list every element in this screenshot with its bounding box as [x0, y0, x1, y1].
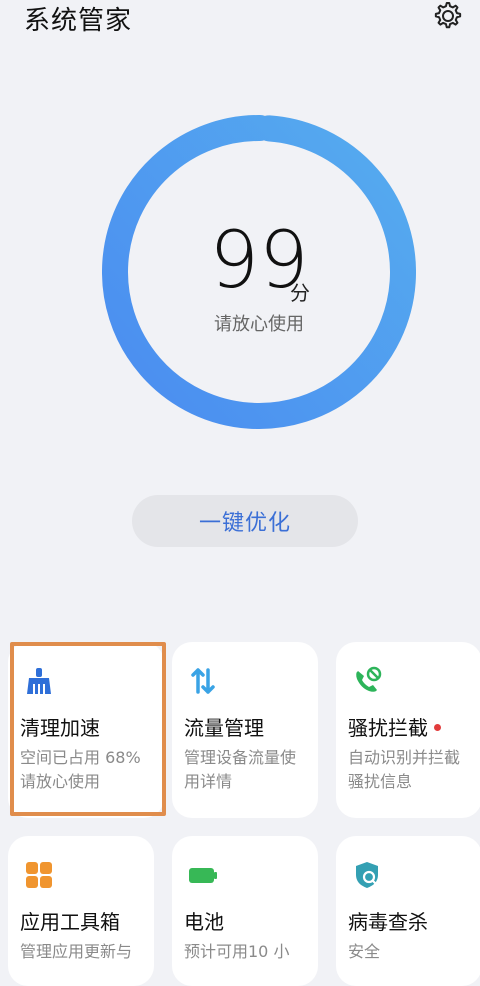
- card-title: 应用工具箱: [20, 910, 120, 934]
- card-line1: 安全: [348, 942, 381, 961]
- card-title: 流量管理: [184, 716, 264, 740]
- notification-dot: [434, 724, 441, 731]
- card-subtitle: 空间已占用 68% 请放心使用: [20, 746, 160, 794]
- card-virus-scan[interactable]: 病毒查杀 安全: [336, 836, 480, 986]
- card-harassment-block[interactable]: 骚扰拦截 自动识别并拦截 骚扰信息: [336, 642, 480, 818]
- card-line1: 空间已占用 68%: [20, 748, 141, 767]
- card-subtitle: 管理设备流量使 用详情: [184, 746, 324, 794]
- card-subtitle: 管理应用更新与: [20, 940, 160, 964]
- card-title: 清理加速: [20, 716, 100, 740]
- card-battery[interactable]: 电池 预计可用10 小: [172, 836, 318, 986]
- apps-grid-icon: [26, 862, 52, 888]
- score-ring: 99 分 请放心使用: [102, 102, 416, 446]
- card-title: 骚扰拦截: [348, 712, 441, 741]
- card-cleanup[interactable]: 清理加速 空间已占用 68% 请放心使用: [8, 642, 164, 818]
- card-subtitle: 自动识别并拦截 骚扰信息: [348, 746, 480, 794]
- card-line1: 自动识别并拦截: [348, 748, 461, 767]
- card-data-usage[interactable]: 流量管理 管理设备流量使 用详情: [172, 642, 318, 818]
- card-line1: 管理设备流量使: [184, 748, 297, 767]
- card-line2: 用详情: [184, 772, 233, 791]
- score-value: 99: [209, 216, 309, 306]
- score-message: 请放心使用: [214, 314, 304, 335]
- card-subtitle: 预计可用10 小: [184, 940, 324, 964]
- battery-icon: [189, 868, 217, 883]
- broom-icon: [27, 668, 51, 694]
- score-unit: 分: [290, 281, 310, 305]
- gear-icon[interactable]: [432, 0, 464, 32]
- app-title: 系统管家: [24, 6, 133, 36]
- card-line2: 骚扰信息: [348, 772, 413, 791]
- card-app-toolbox[interactable]: 应用工具箱 管理应用更新与: [8, 836, 154, 986]
- data-flow-icon: [191, 668, 215, 694]
- card-subtitle: 安全: [348, 940, 480, 964]
- shield-scan-icon: [356, 862, 379, 888]
- card-title-text: 骚扰拦截: [348, 716, 428, 740]
- card-title: 电池: [184, 910, 224, 934]
- card-line1: 预计可用10 小: [184, 942, 290, 961]
- card-line1: 管理应用更新与: [20, 942, 133, 961]
- card-line2: 请放心使用: [20, 772, 101, 791]
- optimize-button[interactable]: 一键优化: [132, 495, 358, 547]
- card-title: 病毒查杀: [348, 910, 428, 934]
- phone-block-icon: [356, 666, 382, 692]
- header: 系统管家: [0, 0, 480, 40]
